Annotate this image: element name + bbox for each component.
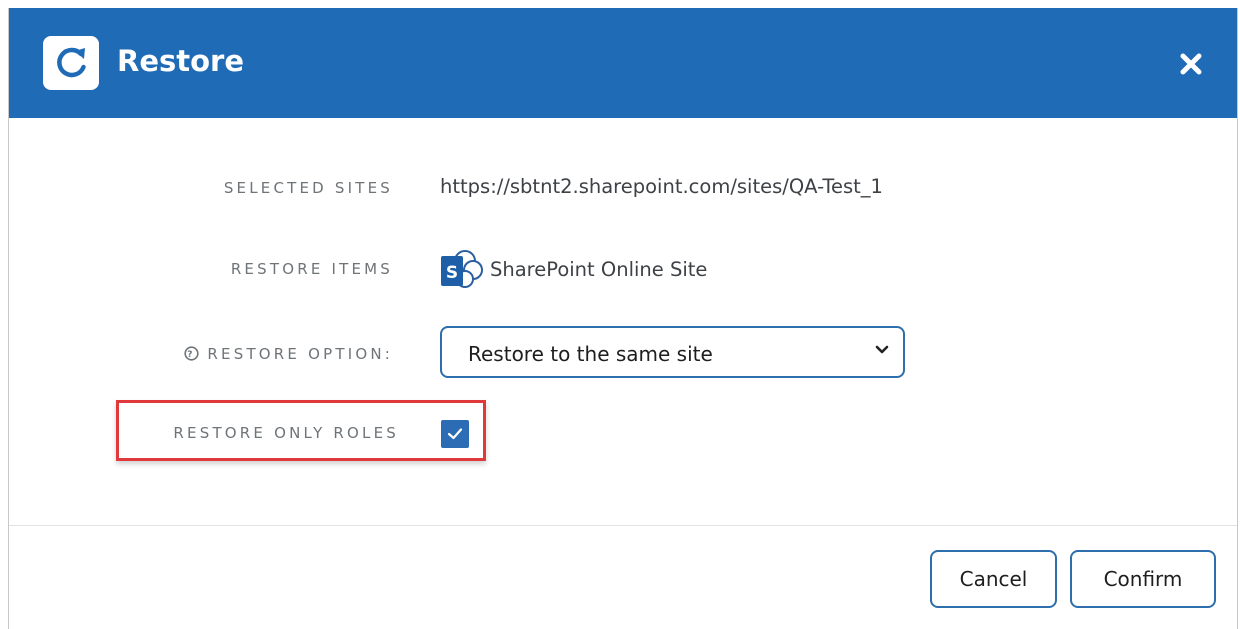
close-icon — [1180, 53, 1202, 75]
restore-only-roles-label: RESTORE ONLY ROLES — [173, 424, 399, 442]
cancel-button[interactable]: Cancel — [930, 550, 1057, 608]
restore-only-roles-checkbox[interactable] — [441, 420, 469, 448]
restore-option-label: ? RESTORE OPTION: — [184, 345, 393, 365]
dialog-title: Restore — [117, 44, 245, 78]
restore-option-select[interactable]: Restore to the same site — [440, 326, 905, 378]
close-button[interactable] — [1175, 48, 1207, 80]
confirm-button[interactable]: Confirm — [1070, 550, 1216, 608]
restore-dialog: Restore SELECTED SITES https://sbtnt2.sh… — [8, 8, 1238, 629]
restore-items-value: SharePoint Online Site — [490, 258, 708, 281]
restore-items-label: RESTORE ITEMS — [230, 260, 393, 278]
svg-text:S: S — [446, 263, 458, 283]
restore-option-selected-value: Restore to the same site — [468, 342, 713, 366]
selected-sites-label: SELECTED SITES — [223, 179, 393, 197]
dialog-header: Restore — [9, 8, 1237, 118]
selected-sites-value: https://sbtnt2.sharepoint.com/sites/QA-T… — [440, 175, 883, 198]
checkmark-icon — [447, 428, 463, 440]
svg-text:?: ? — [188, 350, 196, 360]
chevron-down-icon — [875, 345, 889, 354]
footer-divider — [9, 525, 1237, 526]
restore-refresh-icon — [43, 36, 99, 90]
restore-option-label-text: RESTORE OPTION: — [207, 345, 393, 363]
sharepoint-icon: S — [439, 246, 487, 296]
help-icon[interactable]: ? — [184, 346, 200, 365]
